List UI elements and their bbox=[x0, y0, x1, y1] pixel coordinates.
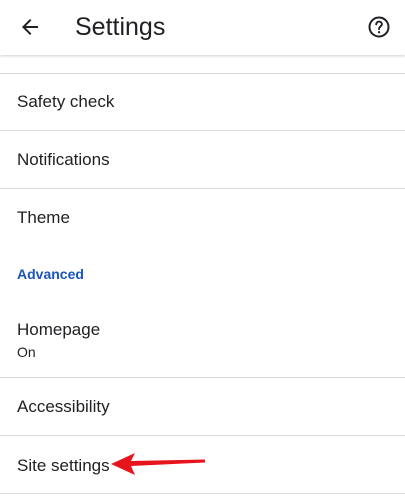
settings-screen: Settings Safety check Notifications Them… bbox=[0, 0, 405, 500]
homepage-item[interactable]: Homepage On bbox=[0, 304, 405, 377]
safety-check-label: Safety check bbox=[17, 92, 115, 111]
help-button[interactable] bbox=[357, 5, 401, 49]
notifications-label: Notifications bbox=[17, 150, 110, 169]
accessibility-label: Accessibility bbox=[17, 397, 110, 416]
site-settings-label: Site settings bbox=[17, 456, 110, 475]
homepage-status: On bbox=[17, 344, 36, 360]
theme-item[interactable]: Theme bbox=[0, 189, 405, 246]
help-circle-icon bbox=[368, 16, 390, 38]
divider bbox=[0, 493, 405, 494]
page-title: Settings bbox=[75, 13, 166, 41]
theme-label: Theme bbox=[17, 208, 70, 227]
toolbar: Settings bbox=[0, 0, 405, 55]
back-button[interactable] bbox=[8, 5, 52, 49]
advanced-section-header: Advanced bbox=[17, 266, 84, 282]
red-arrow-pointer-icon bbox=[111, 453, 205, 475]
arrow-back-icon bbox=[22, 19, 38, 35]
homepage-label: Homepage bbox=[17, 320, 101, 339]
notifications-item[interactable]: Notifications bbox=[0, 131, 405, 188]
accessibility-item[interactable]: Accessibility bbox=[0, 378, 405, 435]
safety-check-item[interactable]: Safety check bbox=[0, 74, 405, 130]
